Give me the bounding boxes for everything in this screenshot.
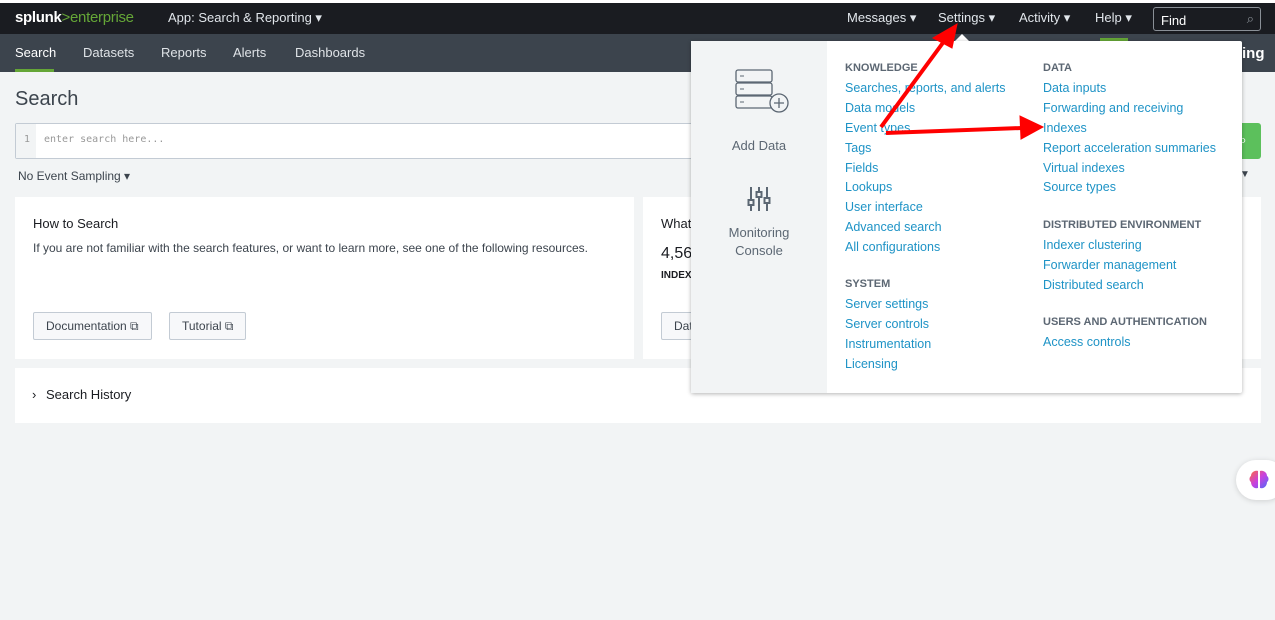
link-data-inputs[interactable]: Data inputs bbox=[1043, 81, 1216, 101]
link-fields[interactable]: Fields bbox=[845, 161, 1006, 181]
link-licensing[interactable]: Licensing bbox=[845, 357, 1006, 377]
link-advanced-search[interactable]: Advanced search bbox=[845, 220, 1006, 240]
card-text: If you are not familiar with the search … bbox=[33, 241, 588, 255]
add-data-icon bbox=[735, 69, 789, 113]
link-tags[interactable]: Tags bbox=[845, 141, 1006, 161]
link-forwarding-receiving[interactable]: Forwarding and receiving bbox=[1043, 101, 1216, 121]
chevron-right-icon: › bbox=[32, 387, 37, 402]
assistant-button[interactable] bbox=[1236, 460, 1275, 500]
section-data: DATA bbox=[1043, 62, 1072, 74]
card-title: What bbox=[661, 216, 692, 231]
search-input[interactable]: 1 enter search here... bbox=[15, 123, 715, 159]
link-searches-reports-alerts[interactable]: Searches, reports, and alerts bbox=[845, 81, 1006, 101]
documentation-button[interactable]: Documentation ⧉ bbox=[33, 312, 152, 340]
messages-menu[interactable]: Messages ▾ bbox=[847, 10, 916, 26]
help-menu[interactable]: Help ▾ bbox=[1095, 10, 1132, 26]
card-title: How to Search bbox=[33, 216, 119, 231]
link-virtual-indexes[interactable]: Virtual indexes bbox=[1043, 161, 1216, 181]
tutorial-button[interactable]: Tutorial ⧉ bbox=[169, 312, 247, 340]
link-access-controls[interactable]: Access controls bbox=[1043, 335, 1216, 355]
section-users-auth: USERS AND AUTHENTICATION bbox=[1043, 316, 1207, 329]
index-count: 4,56 bbox=[661, 245, 693, 262]
link-user-interface[interactable]: User interface bbox=[845, 200, 1006, 220]
search-history-label: Search History bbox=[46, 387, 132, 402]
data-column: DATA Data inputs Forwarding and receivin… bbox=[1043, 61, 1216, 355]
link-server-settings[interactable]: Server settings bbox=[845, 297, 1006, 317]
dropdown-notch bbox=[955, 34, 969, 41]
monitoring-console-label: Monitoring Console bbox=[728, 225, 790, 258]
tab-search[interactable]: Search bbox=[15, 45, 56, 60]
link-indexes[interactable]: Indexes bbox=[1043, 121, 1216, 141]
sliders-icon bbox=[747, 187, 771, 211]
tab-alerts[interactable]: Alerts bbox=[233, 45, 266, 60]
tab-dashboards[interactable]: Dashboards bbox=[295, 45, 365, 60]
logo-brand: splunk bbox=[15, 9, 62, 26]
settings-tiles: Add Data Monitoring Console bbox=[691, 41, 827, 393]
search-placeholder: enter search here... bbox=[44, 134, 165, 145]
section-distributed: DISTRIBUTED ENVIRONMENT bbox=[1043, 219, 1202, 232]
settings-dropdown: Add Data Monitoring Console KNOWLEDGE Se… bbox=[691, 41, 1242, 393]
section-system: SYSTEM bbox=[845, 278, 891, 291]
link-server-controls[interactable]: Server controls bbox=[845, 317, 1006, 337]
add-data-label: Add Data bbox=[731, 138, 787, 153]
link-lookups[interactable]: Lookups bbox=[845, 180, 1006, 200]
tab-reports[interactable]: Reports bbox=[161, 45, 207, 60]
link-distributed-search[interactable]: Distributed search bbox=[1043, 278, 1216, 298]
search-icon: ⌕ bbox=[1246, 11, 1254, 26]
link-report-acceleration[interactable]: Report acceleration summaries bbox=[1043, 141, 1216, 161]
index-label: INDEX bbox=[661, 270, 692, 281]
how-to-search-card: How to Search If you are not familiar wi… bbox=[15, 197, 634, 359]
logo-product: enterprise bbox=[70, 9, 134, 26]
link-indexer-clustering[interactable]: Indexer clustering bbox=[1043, 238, 1216, 258]
brain-icon bbox=[1249, 470, 1269, 489]
knowledge-column: KNOWLEDGE Searches, reports, and alerts … bbox=[845, 61, 1006, 377]
activity-menu[interactable]: Activity ▾ bbox=[1019, 10, 1070, 26]
link-data-models[interactable]: Data models bbox=[845, 101, 1006, 121]
logo-sep: > bbox=[61, 9, 71, 26]
event-sampling-dropdown[interactable]: No Event Sampling ▾ bbox=[18, 169, 130, 183]
link-forwarder-management[interactable]: Forwarder management bbox=[1043, 258, 1216, 278]
settings-menu[interactable]: Settings ▾ bbox=[938, 10, 995, 26]
active-tab-indicator bbox=[15, 69, 54, 72]
line-number: 1 bbox=[16, 124, 36, 158]
link-instrumentation[interactable]: Instrumentation bbox=[845, 337, 1006, 357]
link-source-types[interactable]: Source types bbox=[1043, 180, 1216, 200]
link-all-configurations[interactable]: All configurations bbox=[845, 240, 1006, 260]
find-input[interactable]: Find ⌕ bbox=[1153, 7, 1261, 31]
link-event-types[interactable]: Event types bbox=[845, 121, 1006, 141]
tab-datasets[interactable]: Datasets bbox=[83, 45, 134, 60]
app-label-partial: ing bbox=[1242, 45, 1265, 62]
top-bar: splunk>enterprise App: Search & Reportin… bbox=[0, 3, 1275, 34]
add-data-tile[interactable]: Add Data bbox=[691, 67, 827, 155]
section-knowledge: KNOWLEDGE bbox=[845, 62, 918, 74]
page-title: Search bbox=[15, 88, 79, 110]
app-selector[interactable]: App: Search & Reporting ▾ bbox=[168, 10, 322, 26]
splunk-logo[interactable]: splunk>enterprise bbox=[15, 9, 134, 26]
find-placeholder: Find bbox=[1161, 13, 1187, 28]
monitoring-console-tile[interactable]: Monitoring Console bbox=[691, 186, 827, 260]
